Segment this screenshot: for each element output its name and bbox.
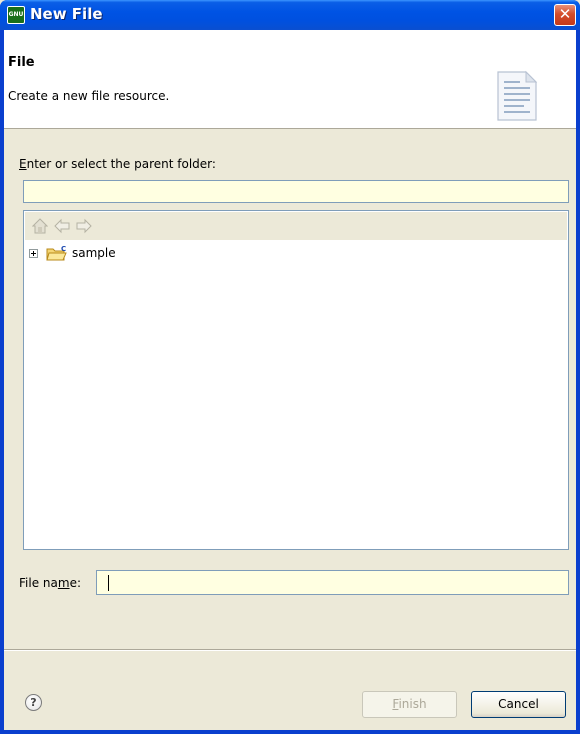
- wizard-header: File Create a new file resource.: [4, 30, 576, 129]
- close-button[interactable]: ✕: [554, 4, 576, 26]
- file-name-label-accel: m: [57, 576, 70, 590]
- tree-item-sample[interactable]: C sample: [24, 244, 324, 264]
- folder-tree[interactable]: C sample: [23, 210, 569, 550]
- footer-separator: [4, 649, 576, 651]
- dialog-body: File Create a new file resource. Enter o…: [4, 30, 576, 730]
- svg-text:C: C: [61, 245, 66, 253]
- help-icon[interactable]: ?: [25, 694, 42, 711]
- parent-folder-input[interactable]: [23, 180, 569, 203]
- page-title: File: [8, 55, 35, 70]
- home-icon[interactable]: [31, 218, 49, 234]
- forward-arrow-icon[interactable]: [75, 218, 93, 234]
- text-caret: [108, 575, 109, 591]
- file-name-label-pre: File na: [19, 576, 58, 590]
- finish-button-label: inish: [398, 697, 427, 711]
- title-bar[interactable]: GNU New File ✕: [0, 0, 580, 30]
- project-folder-icon: C: [46, 245, 67, 261]
- back-arrow-icon[interactable]: [53, 218, 71, 234]
- page-description: Create a new file resource.: [8, 89, 170, 103]
- new-file-dialog: GNU New File ✕ File Create a new file re…: [0, 0, 580, 734]
- parent-folder-label: Enter or select the parent folder:: [19, 157, 216, 171]
- finish-button[interactable]: Finish: [362, 691, 457, 718]
- tree-item-label: sample: [72, 246, 116, 260]
- file-name-label: File name:: [19, 576, 81, 590]
- new-file-banner-icon: [497, 70, 538, 121]
- cancel-button[interactable]: Cancel: [471, 691, 566, 718]
- file-name-input[interactable]: [96, 570, 569, 595]
- parent-folder-label-text: nter or select the parent folder:: [26, 157, 216, 171]
- file-name-label-post: e:: [69, 576, 81, 590]
- app-logo-icon: GNU: [7, 6, 25, 24]
- window-title: New File: [30, 5, 103, 23]
- tree-toolbar: [25, 212, 567, 240]
- expand-plus-icon[interactable]: [29, 249, 38, 258]
- parent-folder-label-accel: E: [19, 157, 27, 171]
